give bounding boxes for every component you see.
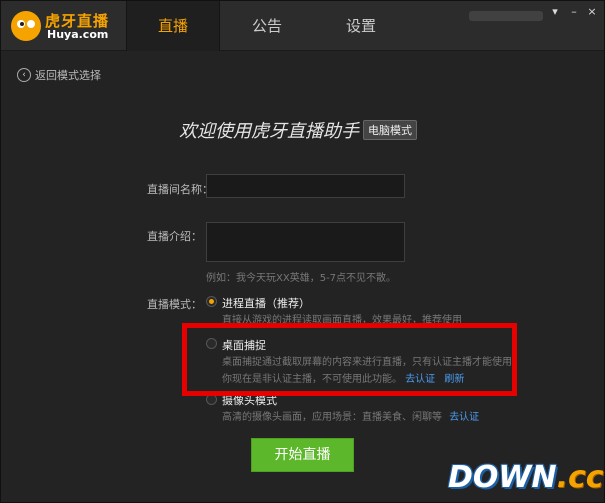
dropdown-menu-icon[interactable]: ▾ xyxy=(548,5,562,19)
mode-process-desc: 直接从游戏的进程读取画面直播，效果最好，推荐使用 xyxy=(222,315,462,326)
main-tabs: 直播 公告 设置 xyxy=(126,1,408,51)
tab-settings[interactable]: 设置 xyxy=(314,1,408,51)
down-cc-watermark: DOWN.cc xyxy=(448,456,604,500)
refresh-link[interactable]: 刷新 xyxy=(444,374,464,385)
mode-desktop-desc: 桌面捕捉通过截取屏幕的内容来进行直播，只有认证主播才能使用 xyxy=(222,357,512,368)
mode-process-title: 进程直播（推荐） xyxy=(222,297,310,310)
welcome-heading: 欢迎使用虎牙直播助手 电脑模式 xyxy=(179,117,417,143)
mode-desktop-desc2: 你现在是非认证主播，不可使用此功能。 去认证 刷新 xyxy=(222,370,464,385)
logo-domain: Huya.com xyxy=(47,28,109,41)
radio-process-live[interactable] xyxy=(206,296,217,307)
mode-camera-title: 摄像头模式 xyxy=(222,394,277,407)
chevron-left-icon: ‹ xyxy=(17,68,31,82)
huya-mascot-icon xyxy=(11,11,41,41)
room-name-input[interactable] xyxy=(206,174,405,198)
minimize-icon[interactable]: – xyxy=(567,5,581,19)
welcome-title: 欢迎使用虎牙直播助手 xyxy=(179,121,359,142)
intro-hint: 例如：我今天玩XX英雄，5-7点不见不散。 xyxy=(206,273,397,284)
intro-label: 直播介绍： xyxy=(147,230,202,243)
mode-label: 直播模式： xyxy=(147,298,202,311)
camera-desc-text: 高清的摄像头画面，应用场景：直播美食、闲聊等 xyxy=(222,412,442,423)
watermark-suffix: .cc xyxy=(556,460,604,495)
tab-live[interactable]: 直播 xyxy=(126,1,220,51)
radio-desktop-capture[interactable] xyxy=(206,338,217,349)
huya-logo: 虎牙直播 Huya.com xyxy=(11,9,123,43)
camera-certify-link[interactable]: 去认证 xyxy=(449,412,479,423)
mode-desktop-title: 桌面捕捉 xyxy=(222,339,266,352)
header-bar: 虎牙直播 Huya.com 直播 公告 设置 ▾ – × xyxy=(1,1,604,51)
room-name-label: 直播间名称： xyxy=(147,183,213,196)
watermark-main: DOWN xyxy=(448,460,557,495)
username-blurred xyxy=(469,11,543,21)
tab-announcement[interactable]: 公告 xyxy=(220,1,314,51)
start-live-button[interactable]: 开始直播 xyxy=(251,438,354,472)
mode-badge: 电脑模式 xyxy=(363,120,417,140)
app-window: 虎牙直播 Huya.com 直播 公告 设置 ▾ – × ‹ 返回模式选择 欢迎… xyxy=(0,0,605,503)
close-icon[interactable]: × xyxy=(585,5,599,19)
non-certified-note: 你现在是非认证主播，不可使用此功能。 xyxy=(222,374,402,385)
back-label: 返回模式选择 xyxy=(35,69,101,82)
intro-textarea[interactable] xyxy=(206,222,405,262)
back-to-mode-select[interactable]: ‹ 返回模式选择 xyxy=(17,67,101,83)
certify-link[interactable]: 去认证 xyxy=(405,374,435,385)
radio-camera-mode[interactable] xyxy=(206,394,217,405)
mode-camera-desc: 高清的摄像头画面，应用场景：直播美食、闲聊等 去认证 xyxy=(222,408,479,423)
